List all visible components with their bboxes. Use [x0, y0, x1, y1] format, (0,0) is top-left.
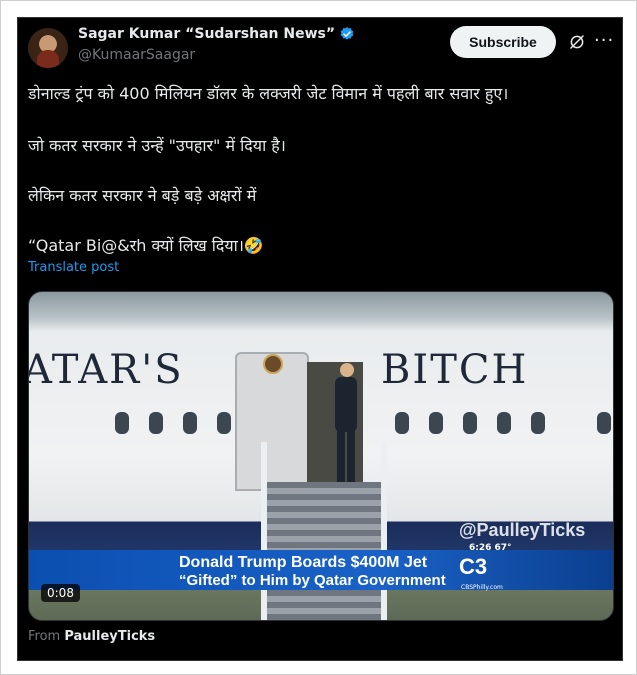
plane-lettering-left: ATAR'S — [28, 347, 184, 393]
plane-window — [115, 412, 129, 434]
video-source-prefix: From — [28, 629, 65, 644]
author-handle[interactable]: @KumaarSaagar — [78, 47, 195, 63]
video-watermark: @PaulleyTicks — [459, 520, 586, 540]
screenshot-frame: Sagar Kumar “Sudarshan News” @KumaarSaag… — [0, 0, 637, 675]
translate-post-link[interactable]: Translate post — [28, 260, 119, 275]
grok-icon[interactable] — [568, 33, 586, 51]
video-duration: 0:08 — [41, 584, 80, 602]
avatar[interactable] — [28, 28, 68, 68]
more-options-icon[interactable]: ··· — [594, 30, 614, 51]
plane-window — [149, 412, 163, 434]
plane-window — [497, 412, 511, 434]
plane-lettering-right: BITCH — [381, 347, 529, 393]
video-player[interactable]: ATAR'S BITCH @PaulleyTicks 6:26 67° Dona… — [28, 291, 614, 621]
headline-line-2: “Gifted” to Him by Qatar Government — [179, 572, 446, 589]
station-logo: C3 — [459, 554, 488, 579]
plane-window — [463, 412, 477, 434]
plane-window — [531, 412, 545, 434]
station-url: CBSPhilly.com — [461, 584, 503, 591]
post-text-line-4: “Qatar Bi@&रh क्यों लिख दिया।🤣 — [28, 236, 264, 255]
video-source-name[interactable]: PaulleyTicks — [64, 629, 155, 644]
stair-rail — [261, 442, 267, 620]
post-text-line-3: लेकिन कतर सरकार ने बड़े बड़े अक्षरों में — [28, 186, 257, 205]
video-source: From PaulleyTicks — [28, 629, 155, 644]
plane-window — [183, 412, 197, 434]
subscribe-button[interactable]: Subscribe — [450, 26, 556, 58]
post-text-line-1: डोनाल्ड ट्रंप को 400 मिलियन डॉलर के लक्ज… — [28, 84, 509, 103]
tweet-card: Sagar Kumar “Sudarshan News” @KumaarSaag… — [17, 17, 623, 661]
verified-badge-icon — [340, 27, 354, 40]
tweet-header: Sagar Kumar “Sudarshan News” @KumaarSaag… — [18, 18, 622, 78]
stair-rail — [381, 442, 387, 620]
plane-window — [395, 412, 409, 434]
plane-window — [597, 412, 611, 434]
person-figure — [335, 363, 357, 485]
author-display-name[interactable]: Sagar Kumar “Sudarshan News” — [78, 26, 335, 42]
plane-window — [429, 412, 443, 434]
presidential-seal-icon — [263, 354, 283, 374]
post-text-line-2: जो कतर सरकार ने उन्हें "उपहार" में दिया … — [28, 136, 286, 155]
plane-window — [217, 412, 231, 434]
headline-line-1: Donald Trump Boards $400M Jet — [179, 554, 428, 571]
author-name-row: Sagar Kumar “Sudarshan News” — [78, 26, 355, 42]
